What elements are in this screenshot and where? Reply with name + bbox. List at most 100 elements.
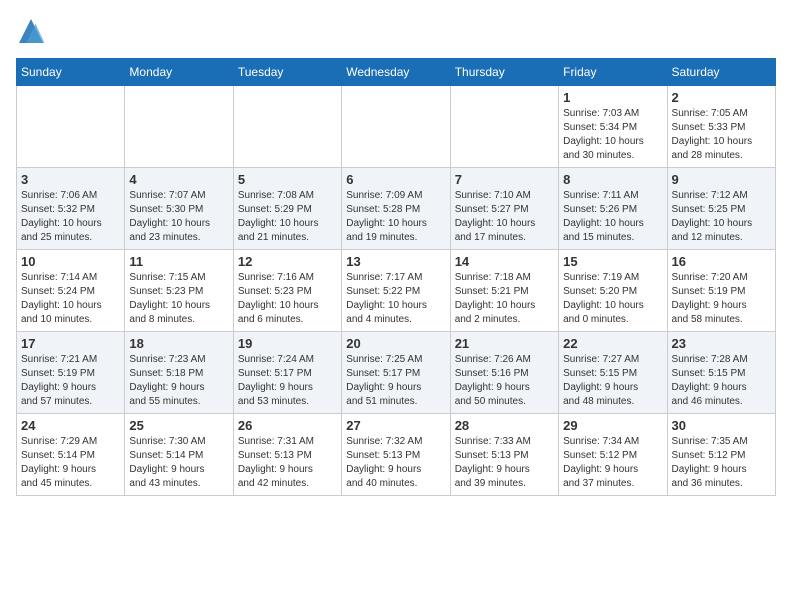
weekday-header-sunday: Sunday [17,59,125,86]
calendar-cell: 3 Sunrise: 7:06 AM Sunset: 5:32 PM Daylig… [17,168,125,250]
calendar-cell: 7 Sunrise: 7:10 AM Sunset: 5:27 PM Daylig… [450,168,558,250]
calendar-cell: 11Sunrise: 7:15 AM Sunset: 5:23 PM Dayli… [125,250,233,332]
weekday-header-friday: Friday [559,59,667,86]
week-row-2: 10 Sunrise: 7:14 AM Sunset: 5:24 PM Dayli… [17,250,776,332]
day-info: Sunrise: 7:33 AM Sunset: 5:13 PM Dayligh… [455,435,554,491]
day-number: 12 [238,254,337,269]
calendar-cell [233,86,341,168]
day-number: 9 [672,172,771,187]
day-number: 16 [672,254,771,269]
weekday-header-saturday: Saturday [667,59,775,86]
calendar-cell: 2 Sunrise: 7:05 AM Sunset: 5:33 PM Daylig… [667,86,775,168]
day-info: Sunrise: 7:16 AM Sunset: 5:23 PM Dayligh… [238,271,337,327]
calendar-body: 1 Sunrise: 7:03 AM Sunset: 5:34 PM Daylig… [17,86,776,496]
calendar-cell: 9Sunrise: 7:12 AM Sunset: 5:25 PM Daylig… [667,168,775,250]
day-number: 14 [455,254,554,269]
day-info: Sunrise: 7:21 AM Sunset: 5:19 PM Dayligh… [21,353,120,409]
day-info: Sunrise: 7:23 AM Sunset: 5:18 PM Dayligh… [129,353,228,409]
day-number: 4 [129,172,228,187]
day-number: 17 [21,336,120,351]
calendar-cell: 26 Sunrise: 7:31 AM Sunset: 5:13 PM Dayli… [233,414,341,496]
day-number: 15 [563,254,662,269]
day-number: 21 [455,336,554,351]
calendar-cell: 25 Sunrise: 7:30 AM Sunset: 5:14 PM Dayli… [125,414,233,496]
calendar-cell: 24Sunrise: 7:29 AM Sunset: 5:14 PM Dayli… [17,414,125,496]
day-info: Sunrise: 7:14 AM Sunset: 5:24 PM Dayligh… [21,271,120,327]
day-number: 18 [129,336,228,351]
day-number: 23 [672,336,771,351]
week-row-4: 24Sunrise: 7:29 AM Sunset: 5:14 PM Dayli… [17,414,776,496]
weekday-row: SundayMondayTuesdayWednesdayThursdayFrid… [17,59,776,86]
day-info: Sunrise: 7:35 AM Sunset: 5:12 PM Dayligh… [672,435,771,491]
calendar-cell: 17 Sunrise: 7:21 AM Sunset: 5:19 PM Dayli… [17,332,125,414]
logo [16,16,50,46]
page-header [16,16,776,46]
day-number: 19 [238,336,337,351]
weekday-header-wednesday: Wednesday [342,59,450,86]
day-info: Sunrise: 7:03 AM Sunset: 5:34 PM Dayligh… [563,107,662,163]
calendar-cell: 29 Sunrise: 7:34 AM Sunset: 5:12 PM Dayli… [559,414,667,496]
day-info: Sunrise: 7:25 AM Sunset: 5:17 PM Dayligh… [346,353,445,409]
day-info: Sunrise: 7:18 AM Sunset: 5:21 PM Dayligh… [455,271,554,327]
calendar-cell: 14 Sunrise: 7:18 AM Sunset: 5:21 PM Dayli… [450,250,558,332]
calendar-cell [342,86,450,168]
day-info: Sunrise: 7:11 AM Sunset: 5:26 PM Dayligh… [563,189,662,245]
day-info: Sunrise: 7:08 AM Sunset: 5:29 PM Dayligh… [238,189,337,245]
day-number: 10 [21,254,120,269]
day-number: 27 [346,418,445,433]
day-info: Sunrise: 7:34 AM Sunset: 5:12 PM Dayligh… [563,435,662,491]
calendar-cell: 21 Sunrise: 7:26 AM Sunset: 5:16 PM Dayli… [450,332,558,414]
day-info: Sunrise: 7:26 AM Sunset: 5:16 PM Dayligh… [455,353,554,409]
day-number: 8 [563,172,662,187]
calendar-cell [17,86,125,168]
day-info: Sunrise: 7:06 AM Sunset: 5:32 PM Dayligh… [21,189,120,245]
calendar-cell: 15 Sunrise: 7:19 AM Sunset: 5:20 PM Dayli… [559,250,667,332]
calendar-cell [125,86,233,168]
week-row-1: 3 Sunrise: 7:06 AM Sunset: 5:32 PM Daylig… [17,168,776,250]
day-number: 28 [455,418,554,433]
day-info: Sunrise: 7:31 AM Sunset: 5:13 PM Dayligh… [238,435,337,491]
day-number: 3 [21,172,120,187]
calendar-cell: 22 Sunrise: 7:27 AM Sunset: 5:15 PM Dayli… [559,332,667,414]
day-number: 29 [563,418,662,433]
day-info: Sunrise: 7:17 AM Sunset: 5:22 PM Dayligh… [346,271,445,327]
day-number: 1 [563,90,662,105]
calendar-cell: 23 Sunrise: 7:28 AM Sunset: 5:15 PM Dayli… [667,332,775,414]
day-number: 30 [672,418,771,433]
day-info: Sunrise: 7:27 AM Sunset: 5:15 PM Dayligh… [563,353,662,409]
day-info: Sunrise: 7:09 AM Sunset: 5:28 PM Dayligh… [346,189,445,245]
week-row-0: 1 Sunrise: 7:03 AM Sunset: 5:34 PM Daylig… [17,86,776,168]
weekday-header-tuesday: Tuesday [233,59,341,86]
logo-icon [16,16,46,46]
day-number: 13 [346,254,445,269]
day-number: 7 [455,172,554,187]
day-number: 22 [563,336,662,351]
calendar-cell: 8 Sunrise: 7:11 AM Sunset: 5:26 PM Daylig… [559,168,667,250]
day-number: 11 [129,254,228,269]
day-info: Sunrise: 7:10 AM Sunset: 5:27 PM Dayligh… [455,189,554,245]
day-info: Sunrise: 7:19 AM Sunset: 5:20 PM Dayligh… [563,271,662,327]
day-number: 2 [672,90,771,105]
weekday-header-thursday: Thursday [450,59,558,86]
calendar-cell: 13 Sunrise: 7:17 AM Sunset: 5:22 PM Dayli… [342,250,450,332]
day-number: 20 [346,336,445,351]
week-row-3: 17 Sunrise: 7:21 AM Sunset: 5:19 PM Dayli… [17,332,776,414]
calendar-cell: 30 Sunrise: 7:35 AM Sunset: 5:12 PM Dayli… [667,414,775,496]
calendar-cell: 20 Sunrise: 7:25 AM Sunset: 5:17 PM Dayli… [342,332,450,414]
day-number: 25 [129,418,228,433]
calendar-cell: 16 Sunrise: 7:20 AM Sunset: 5:19 PM Dayli… [667,250,775,332]
calendar-cell: 4 Sunrise: 7:07 AM Sunset: 5:30 PM Daylig… [125,168,233,250]
day-number: 5 [238,172,337,187]
day-info: Sunrise: 7:28 AM Sunset: 5:15 PM Dayligh… [672,353,771,409]
calendar-cell: 12 Sunrise: 7:16 AM Sunset: 5:23 PM Dayli… [233,250,341,332]
day-info: Sunrise: 7:05 AM Sunset: 5:33 PM Dayligh… [672,107,771,163]
calendar-cell: 5 Sunrise: 7:08 AM Sunset: 5:29 PM Daylig… [233,168,341,250]
day-info: Sunrise: 7:20 AM Sunset: 5:19 PM Dayligh… [672,271,771,327]
calendar-cell: 18 Sunrise: 7:23 AM Sunset: 5:18 PM Dayli… [125,332,233,414]
calendar-cell: 10 Sunrise: 7:14 AM Sunset: 5:24 PM Dayli… [17,250,125,332]
calendar-cell: 19Sunrise: 7:24 AM Sunset: 5:17 PM Dayli… [233,332,341,414]
day-info: Sunrise: 7:30 AM Sunset: 5:14 PM Dayligh… [129,435,228,491]
day-number: 26 [238,418,337,433]
day-info: Sunrise: 7:07 AM Sunset: 5:30 PM Dayligh… [129,189,228,245]
calendar-header: SundayMondayTuesdayWednesdayThursdayFrid… [17,59,776,86]
